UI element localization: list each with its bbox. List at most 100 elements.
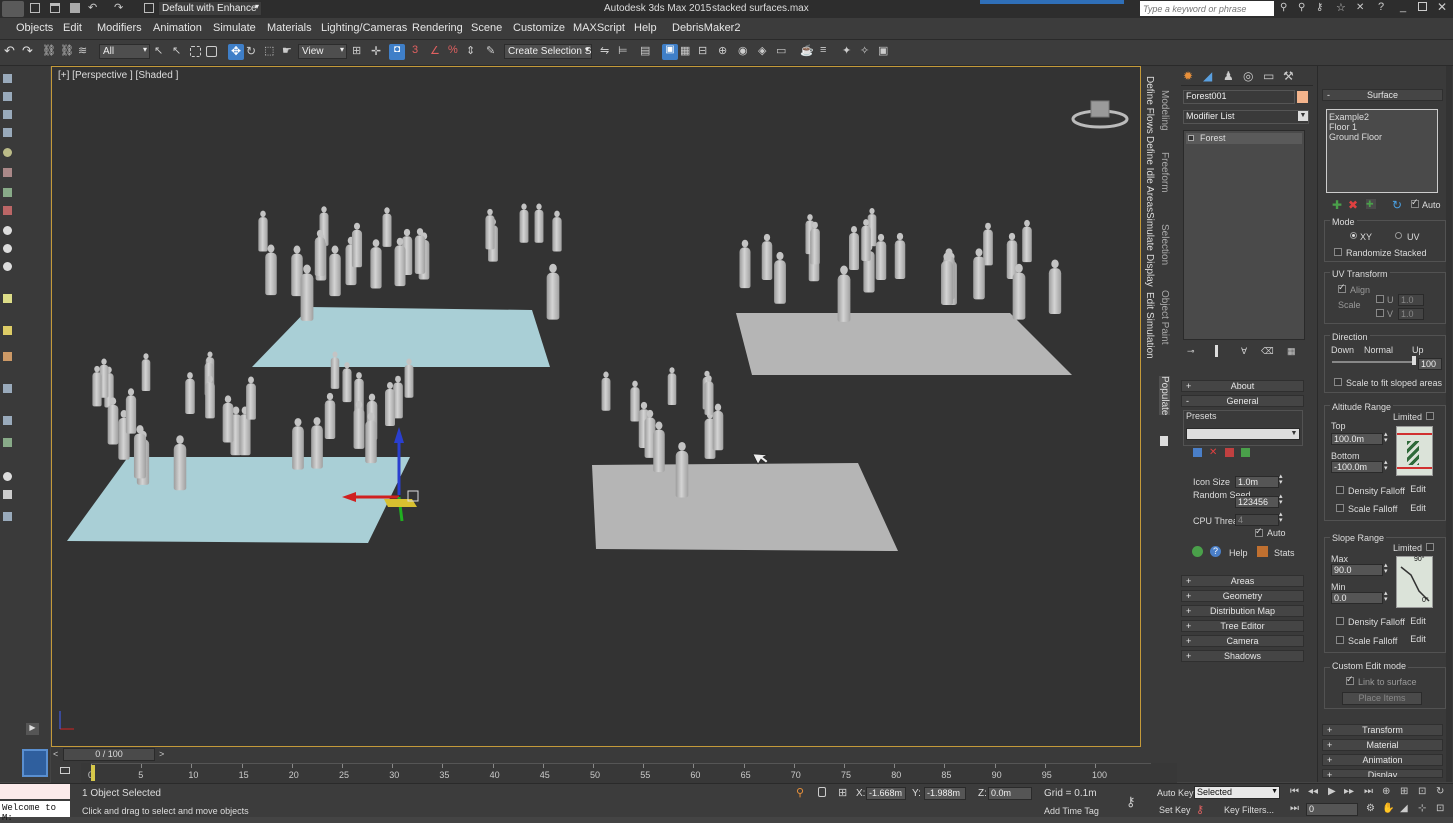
surface-plane-bottom-right[interactable]	[592, 463, 898, 551]
object-name-field[interactable]: Forest001	[1183, 90, 1295, 104]
link-icon[interactable]: ⛓	[42, 44, 58, 60]
extra-tool-icon[interactable]: ▣	[878, 44, 894, 60]
strip-icon-19[interactable]	[3, 490, 12, 499]
field-of-view-icon[interactable]: ◢	[1400, 803, 1408, 814]
strip-icon-11[interactable]	[3, 262, 12, 271]
menu-scene[interactable]: Scene	[471, 22, 502, 34]
slope-limited-checkbox[interactable]	[1426, 543, 1434, 551]
place-items-button[interactable]: Place Items	[1342, 692, 1422, 705]
altitude-density-falloff-checkbox[interactable]	[1336, 486, 1344, 494]
tab-define-idle-areas[interactable]: Define Idle Areas	[1144, 136, 1155, 212]
strip-icon-20[interactable]	[3, 512, 12, 521]
cpu-threads-field[interactable]: 4	[1235, 514, 1279, 526]
redo-icon[interactable]: ↷	[22, 43, 33, 59]
menu-materials[interactable]: Materials	[267, 22, 312, 34]
align-icon[interactable]: ⊨	[618, 44, 634, 60]
select-and-scale-icon[interactable]: ⬚	[264, 44, 280, 60]
utilities-tab-icon[interactable]: ⚒	[1283, 69, 1294, 83]
walkthrough-icon[interactable]: ⊹	[1418, 803, 1426, 814]
track-bar[interactable]: 0510152025303540455055606570758085909510…	[51, 763, 1177, 783]
icon-size-spinner[interactable]: ▴ ▾	[1279, 473, 1283, 486]
play-icon[interactable]: ▶	[1328, 786, 1336, 797]
surface-item-floor1[interactable]: Floor 1	[1329, 122, 1357, 132]
graphite-ribbon-icon[interactable]: ▦	[680, 44, 696, 60]
scene-explorer-icon[interactable]: ▤	[640, 44, 656, 60]
strip-icon-9[interactable]	[3, 226, 12, 235]
material-editor-icon[interactable]: ◉	[738, 44, 754, 60]
curve-editor-icon[interactable]: ⊟	[698, 44, 714, 60]
link-to-surface-checkbox[interactable]	[1346, 674, 1354, 685]
tab-define-flows[interactable]: Define Flows	[1144, 76, 1155, 134]
direction-slider-track[interactable]	[1332, 361, 1416, 363]
menu-maxscript[interactable]: MAXScript	[573, 22, 625, 34]
modifier-list-dropdown[interactable]: Modifier List ▼	[1183, 110, 1309, 124]
undo-icon[interactable]: ↶	[4, 43, 15, 59]
mode-xy-radio[interactable]	[1350, 232, 1357, 239]
time-prev-icon[interactable]: <	[53, 749, 58, 759]
strip-icon-3[interactable]	[3, 110, 12, 119]
altitude-top-spinner[interactable]: ▴ ▾	[1384, 431, 1388, 444]
set-key-button[interactable]: Set Key	[1159, 805, 1191, 815]
undo-title-icon[interactable]: ↶	[88, 1, 97, 14]
zoom-all-icon[interactable]: ⊞	[1400, 786, 1408, 797]
tab-display[interactable]: Display	[1144, 254, 1155, 287]
select-object-icon[interactable]: ↖	[154, 44, 170, 60]
strip-icon-15[interactable]	[3, 384, 12, 393]
star-icon[interactable]: ☆	[1336, 1, 1346, 14]
strip-icon-8[interactable]	[3, 206, 12, 215]
maxscript-mini-listener-icon[interactable]: ▶	[26, 723, 39, 735]
make-unique-icon[interactable]: ∀	[1241, 346, 1247, 357]
auto-update-checkbox[interactable]	[1411, 197, 1419, 208]
project-folder-icon[interactable]	[144, 3, 154, 13]
surface-item-ground-floor[interactable]: Ground Floor	[1329, 132, 1382, 142]
altitude-bottom-spinner[interactable]: ▴ ▾	[1384, 459, 1388, 472]
slope-density-falloff-checkbox[interactable]	[1336, 617, 1344, 625]
select-and-move-icon[interactable]: ✥	[228, 44, 244, 60]
next-frame-icon[interactable]: ▸▸	[1344, 786, 1354, 797]
time-slider[interactable]: < 0 / 100 >	[51, 747, 1177, 763]
app-logo-icon[interactable]	[2, 1, 24, 17]
render-production-icon[interactable]: ☕	[800, 44, 816, 60]
rollout-tree-editor[interactable]: + Tree Editor	[1181, 620, 1304, 632]
time-config-icon[interactable]: ⚙	[1366, 803, 1375, 814]
help-circle-icon[interactable]: ?	[1210, 546, 1221, 557]
pivot-center-icon[interactable]: ⊞	[352, 44, 368, 60]
previous-frame-icon[interactable]: ◂◂	[1308, 786, 1318, 797]
rendered-frame-icon[interactable]: ▭	[776, 44, 792, 60]
viewport-layout-icon[interactable]	[22, 749, 48, 777]
motion-tab-icon[interactable]: ◎	[1243, 69, 1253, 83]
panel-scrollbar[interactable]	[1446, 66, 1452, 782]
script-listener-pink[interactable]	[0, 784, 70, 799]
script-listener-input[interactable]: Welcome to M:	[0, 801, 70, 823]
select-and-rotate-icon[interactable]: ↻	[246, 44, 262, 60]
altitude-scale-edit-button[interactable]: Edit	[1406, 503, 1430, 516]
gizmo-xy-plane[interactable]	[384, 499, 417, 507]
time-slider-thumb[interactable]: 0 / 100	[63, 748, 155, 761]
strip-icon-7[interactable]	[3, 188, 12, 197]
refresh-surface-icon[interactable]: ↻	[1392, 198, 1402, 212]
strip-icon-14[interactable]	[3, 352, 12, 361]
maximize-viewport-icon[interactable]: ⊡	[1418, 786, 1426, 797]
absolute-mode-icon[interactable]: ⊞	[838, 786, 847, 799]
bind-space-warp-icon[interactable]: ≋	[78, 44, 94, 60]
slope-scale-edit-button[interactable]: Edit	[1406, 634, 1430, 647]
binoculars-icon[interactable]: ⚲	[1280, 2, 1287, 13]
surface-plane-top-left[interactable]	[252, 307, 550, 367]
align-checkbox[interactable]	[1338, 282, 1346, 293]
remove-surface-icon[interactable]: ✖	[1348, 198, 1358, 212]
menu-customize[interactable]: Customize	[513, 22, 565, 34]
rebuild-icon[interactable]	[1192, 546, 1203, 557]
tab-selection[interactable]: Selection	[1159, 224, 1170, 265]
key-mode-dropdown[interactable]: Selected ▼	[1194, 786, 1280, 799]
orbit-icon[interactable]: ↻	[1436, 786, 1444, 797]
strip-icon-5[interactable]	[3, 148, 12, 157]
presets-dropdown[interactable]: ▼	[1186, 428, 1300, 440]
altitude-scale-falloff-checkbox[interactable]	[1336, 504, 1344, 512]
unlink-icon[interactable]: ⛓	[60, 44, 76, 60]
selection-lock-icon[interactable]	[818, 787, 826, 797]
altitude-limited-checkbox[interactable]	[1426, 412, 1434, 420]
slope-scale-falloff-checkbox[interactable]	[1336, 636, 1344, 644]
pick-surface-icon[interactable]: ✚	[1366, 199, 1376, 209]
scale-u-checkbox[interactable]	[1376, 295, 1384, 303]
menu-edit[interactable]: Edit	[63, 22, 82, 34]
